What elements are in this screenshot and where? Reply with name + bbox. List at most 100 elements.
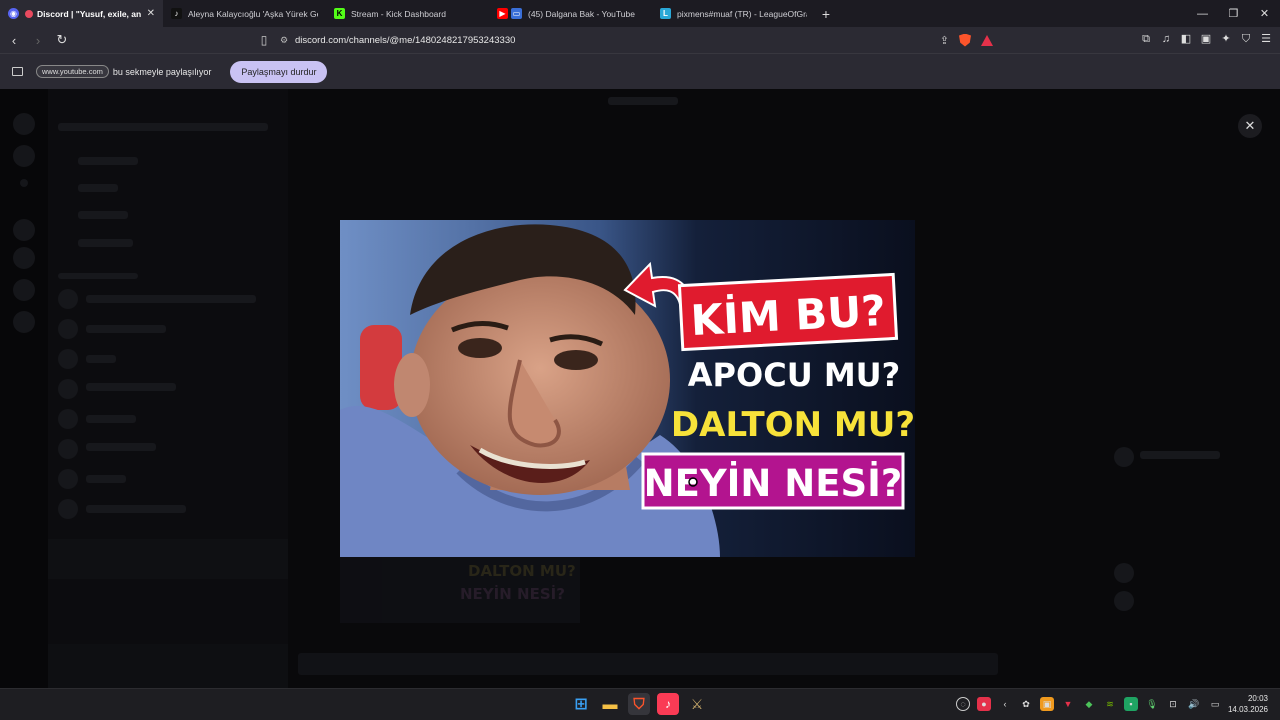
ghost-line-1: DALTON MU? — [468, 562, 576, 580]
screen-share-icon: ▭ — [511, 8, 522, 19]
dm-quests — [78, 239, 133, 247]
tab-youtube[interactable]: ▶ ▭ (45) Dalgana Bak - YouTube — [489, 0, 652, 27]
stop-sharing-button[interactable]: Paylaşmayı durdur — [230, 60, 328, 83]
leo-ai-icon[interactable]: ✦ — [1220, 32, 1232, 46]
taskbar: ⊞ ▬ ⛉ ♪ ⚔ ◌ ● ‹ ✿ ▣ ▼ ◆ ≋ ▪ 🎙 ⊡ 🔊 ▭ 20:0… — [0, 688, 1280, 720]
tab-strip: ◉ Discord | "Yusuf, exile, andis ✕ ♪ Ale… — [0, 0, 1280, 27]
clock-date: 14.03.2026 — [1227, 705, 1268, 714]
sidebar-icon[interactable]: ◧ — [1180, 32, 1192, 46]
ear — [394, 353, 430, 417]
tab-tiktok[interactable]: ♪ Aleyna Kalaycıoğlu 'Aşka Yürek Gerek — [163, 0, 326, 27]
dm-item — [86, 383, 176, 391]
dm-search — [58, 123, 268, 131]
league-of-legends-icon[interactable]: ⚔ — [686, 693, 708, 715]
apple-music-icon[interactable]: ♪ — [657, 693, 679, 715]
window-controls: — ❐ ✕ — [1187, 0, 1280, 27]
tab-title: Stream - Kick Dashboard — [351, 8, 446, 19]
download-icon — [13, 311, 35, 333]
tray-app-icon[interactable]: ▼ — [1061, 697, 1075, 711]
url-text[interactable]: discord.com/channels/@me/148024821795324… — [295, 35, 515, 46]
brave-icon[interactable]: ⛉ — [628, 693, 650, 715]
volume-icon[interactable]: 🔊 — [1187, 697, 1201, 711]
bookmark-icon[interactable]: ▯ — [253, 33, 275, 47]
dm-item — [86, 505, 186, 513]
clock-time: 20:03 — [1247, 694, 1268, 703]
reload-icon[interactable]: ↻ — [52, 32, 72, 48]
close-window-icon[interactable]: ✕ — [1249, 0, 1280, 27]
network-icon[interactable]: ⊡ — [1166, 697, 1180, 711]
dm-item — [86, 415, 136, 423]
browser-tools: ⧉ ♫ ◧ ▣ ✦ ⛉ ☰ — [1140, 32, 1272, 46]
minimize-icon[interactable]: — — [1187, 0, 1218, 27]
tab-leagueofgraphs[interactable]: L pixmens#muaf (TR) - LeagueOfGraph — [652, 0, 815, 27]
dm-header — [58, 273, 138, 279]
avatar — [1114, 591, 1134, 611]
avatar — [58, 469, 78, 489]
tray-app-icon[interactable]: ≋ — [1103, 697, 1117, 711]
add-server-icon — [13, 247, 35, 269]
dm-item — [86, 355, 116, 363]
browser-toolbar: ‹ › ↻ ▯ ⚙ discord.com/channels/@me/14802… — [0, 27, 1280, 53]
vpn-icon[interactable]: ⛉ — [1240, 32, 1252, 46]
banner-line-4: NEYİN NESİ? — [644, 461, 903, 505]
close-viewer-button[interactable]: ✕ — [1238, 114, 1262, 138]
server-icon — [20, 179, 28, 187]
start-icon[interactable]: ⊞ — [570, 693, 592, 715]
forward-icon[interactable]: › — [28, 33, 48, 48]
dm-item — [86, 295, 256, 303]
leagueofgraphs-icon: L — [660, 8, 671, 19]
explore-icon — [13, 279, 35, 301]
go-live-panel — [48, 539, 288, 579]
restore-icon[interactable]: ❐ — [1218, 0, 1249, 27]
chat-header — [608, 97, 678, 105]
address-actions: ⇪ — [940, 30, 993, 50]
server-icon — [13, 219, 35, 241]
tab-kick[interactable]: K Stream - Kick Dashboard — [326, 0, 489, 27]
tray-app-icon[interactable]: ▣ — [1040, 697, 1054, 711]
close-icon[interactable]: ✕ — [147, 8, 155, 19]
thumbnail-image[interactable]: KİM BU? APOCU MU? DALTON MU? NEYİN NESİ? — [340, 220, 915, 557]
system-clock[interactable]: 20:03 14.03.2026 — [1228, 693, 1268, 715]
avatar — [58, 379, 78, 399]
tray-app-icon[interactable]: ▪ — [1124, 697, 1138, 711]
tab-discord[interactable]: ◉ Discord | "Yusuf, exile, andis ✕ — [0, 0, 163, 27]
tab-title: (45) Dalgana Bak - YouTube — [528, 8, 635, 19]
tray-app-icon[interactable]: ◆ — [1082, 697, 1096, 711]
tray-app-icon[interactable]: ✿ — [1019, 697, 1033, 711]
server-rail — [0, 89, 48, 688]
home-icon — [13, 113, 35, 135]
tray-app-icon[interactable]: ◌ — [956, 697, 970, 711]
microphone-icon[interactable]: 🎙 — [1145, 697, 1159, 711]
wallet-icon[interactable]: ▣ — [1200, 32, 1212, 46]
avatar — [58, 289, 78, 309]
tray-chevron-icon[interactable]: ‹ — [998, 697, 1012, 711]
battery-icon[interactable]: ▭ — [1208, 697, 1222, 711]
back-icon[interactable]: ‹ — [4, 33, 24, 48]
brave-rewards-icon[interactable] — [981, 34, 993, 46]
avatar — [58, 499, 78, 519]
dm-sidebar — [48, 89, 288, 688]
menu-icon[interactable]: ☰ — [1260, 32, 1272, 46]
screenshot-icon[interactable]: ⧉ — [1140, 32, 1152, 46]
address-bar[interactable]: ▯ ⚙ discord.com/channels/@me/14802482179… — [253, 30, 1001, 50]
faded-thumbnail-preview: DALTON MU? NEYİN NESİ? — [340, 557, 580, 623]
dm-nitro — [78, 184, 118, 192]
banner-line-2: APOCU MU? — [688, 356, 900, 394]
tray-app-icon[interactable]: ● — [977, 697, 991, 711]
dm-friends — [78, 157, 138, 165]
banner-line-1: KİM BU? — [689, 285, 886, 345]
avatar — [1114, 447, 1134, 467]
avatar — [58, 409, 78, 429]
site-info-icon[interactable]: ⚙ — [275, 35, 293, 46]
shared-site-chip: www.youtube.com — [36, 65, 109, 78]
file-explorer-icon[interactable]: ▬ — [599, 693, 621, 715]
tab-title: Aleyna Kalaycıoğlu 'Aşka Yürek Gerek — [188, 8, 318, 19]
new-tab-button[interactable]: + — [815, 0, 837, 27]
media-icon[interactable]: ♫ — [1160, 32, 1172, 46]
dm-item — [86, 475, 126, 483]
ghost-line-2: NEYİN NESİ? — [460, 585, 565, 603]
brave-shields-icon[interactable] — [959, 33, 971, 47]
dm-item — [86, 325, 166, 333]
avatar — [58, 439, 78, 459]
share-icon[interactable]: ⇪ — [940, 34, 949, 47]
